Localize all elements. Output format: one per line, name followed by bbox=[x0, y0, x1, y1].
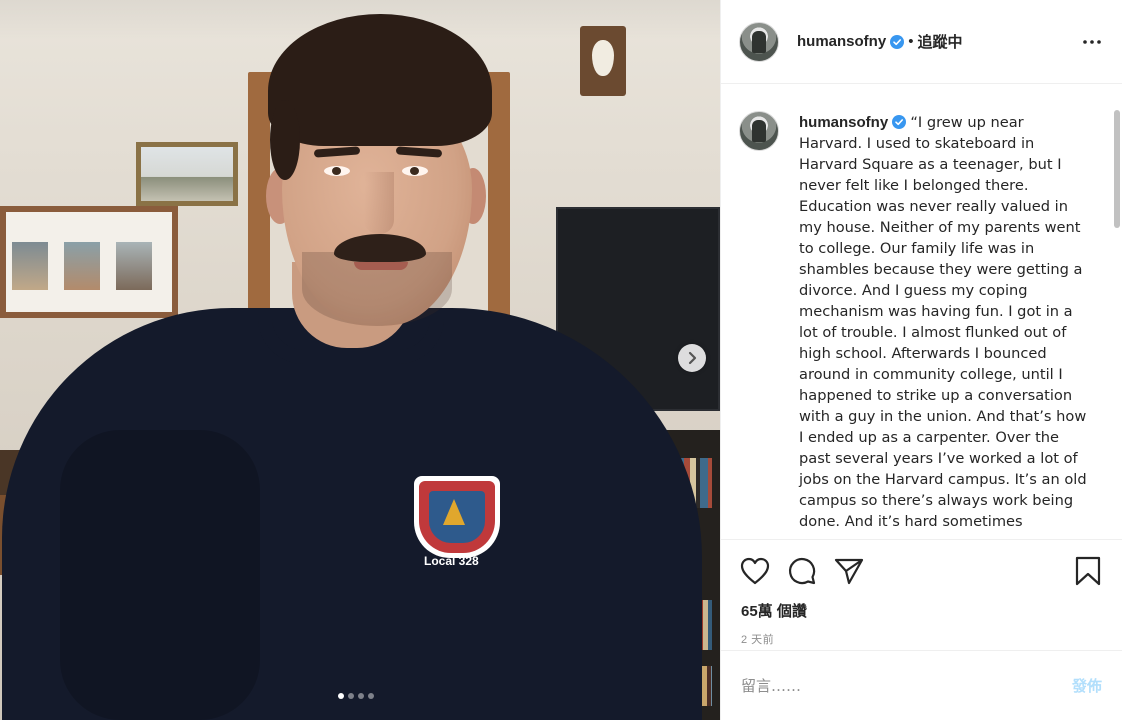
more-options-icon bbox=[1083, 39, 1101, 44]
scrollbar[interactable] bbox=[1114, 110, 1120, 228]
like-button[interactable] bbox=[737, 553, 773, 589]
comment-form: 發佈 bbox=[721, 650, 1122, 720]
save-button[interactable] bbox=[1070, 553, 1106, 589]
verified-badge-icon bbox=[892, 115, 907, 129]
comment-icon bbox=[788, 557, 816, 585]
header-separator: • bbox=[908, 33, 914, 50]
like-count[interactable]: 65萬 個讚 bbox=[737, 600, 1106, 621]
carousel-next-button[interactable] bbox=[678, 344, 706, 372]
post-comment-button[interactable]: 發佈 bbox=[1072, 675, 1102, 696]
caption-username[interactable]: humansofny bbox=[799, 114, 888, 131]
comment-input[interactable] bbox=[741, 676, 1072, 695]
bookmark-icon bbox=[1075, 556, 1101, 586]
header-username[interactable]: humansofny bbox=[797, 33, 886, 50]
share-button[interactable] bbox=[831, 553, 867, 589]
shirt-logo-text: Local 328 bbox=[424, 554, 479, 568]
carousel-dot bbox=[358, 693, 364, 699]
more-options-button[interactable] bbox=[1080, 30, 1104, 54]
action-bar: 65萬 個讚 2 天前 bbox=[721, 539, 1122, 647]
union-logo bbox=[414, 476, 500, 558]
post-photo[interactable]: Local 328 bbox=[0, 0, 720, 720]
carousel-dot bbox=[348, 693, 354, 699]
avatar[interactable] bbox=[739, 21, 779, 62]
instagram-post: Local 328 humansofny • 追蹤中 humansofny “I… bbox=[0, 0, 1122, 720]
post-timestamp[interactable]: 2 天前 bbox=[737, 631, 1106, 647]
comments-area[interactable]: humansofny “I grew up near Harvard. I us… bbox=[721, 84, 1122, 539]
post-header: humansofny • 追蹤中 bbox=[721, 0, 1122, 84]
person: Local 328 bbox=[0, 0, 720, 720]
chevron-right-icon bbox=[688, 351, 697, 365]
post-sidebar: humansofny • 追蹤中 humansofny “I grew up n… bbox=[720, 0, 1122, 720]
caption-avatar[interactable] bbox=[739, 111, 779, 151]
carousel-dot bbox=[338, 693, 344, 699]
carousel-dot bbox=[368, 693, 374, 699]
post-caption: humansofny “I grew up near Harvard. I us… bbox=[799, 112, 1089, 539]
caption-text: “I grew up near Harvard. I used to skate… bbox=[799, 114, 1087, 530]
share-icon bbox=[834, 558, 864, 585]
comment-button[interactable] bbox=[784, 553, 820, 589]
following-button[interactable]: 追蹤中 bbox=[917, 31, 962, 52]
hair bbox=[268, 14, 492, 146]
carousel-indicator bbox=[338, 693, 374, 699]
verified-badge-icon bbox=[890, 34, 905, 49]
heart-icon bbox=[740, 557, 770, 585]
